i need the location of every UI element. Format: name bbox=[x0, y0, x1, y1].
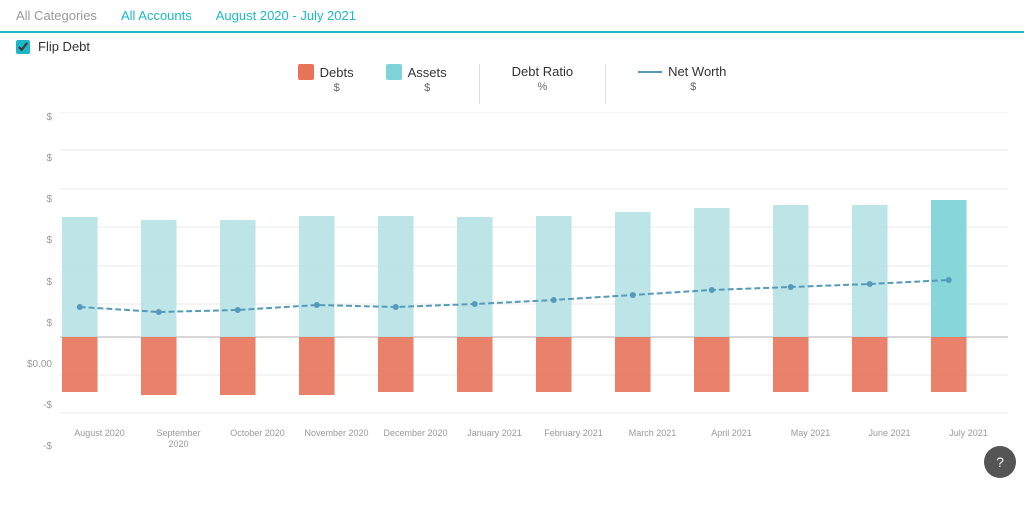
net-worth-label: Net Worth bbox=[668, 64, 726, 79]
debts-color bbox=[298, 64, 314, 80]
x-label-jun: June 2021 bbox=[850, 424, 929, 452]
legend-debts: Debts $ bbox=[298, 64, 354, 94]
debts-unit: $ bbox=[334, 82, 340, 94]
x-label-apr: April 2021 bbox=[692, 424, 771, 452]
legend-net-worth: Net Worth $ bbox=[638, 64, 726, 93]
x-axis: August 2020 September2020 October 2020 N… bbox=[60, 424, 1008, 452]
net-worth-line bbox=[638, 71, 662, 73]
flip-debt-row: Flip Debt bbox=[0, 33, 1024, 60]
flip-debt-checkbox[interactable] bbox=[16, 40, 30, 54]
assets-unit: $ bbox=[424, 82, 430, 94]
assets-label: Assets bbox=[408, 65, 447, 80]
y-axis: $ $ $ $ $ $ $0.00 -$ -$ bbox=[16, 112, 56, 452]
chart-container: Debts $ Assets $ Debt Ratio % Net Worth bbox=[0, 60, 1024, 490]
help-button[interactable]: ? bbox=[984, 446, 1016, 478]
y-label-6: $ bbox=[46, 318, 52, 329]
date-range-filter[interactable]: August 2020 - July 2021 bbox=[216, 8, 356, 23]
debts-label: Debts bbox=[320, 65, 354, 80]
x-label-nov: November 2020 bbox=[297, 424, 376, 452]
all-categories-filter[interactable]: All Categories bbox=[16, 8, 97, 23]
top-bar: All Categories All Accounts August 2020 … bbox=[0, 0, 1024, 33]
y-label-4: $ bbox=[46, 235, 52, 246]
legend-debt-ratio: Debt Ratio % bbox=[512, 64, 573, 93]
chart-svg bbox=[60, 112, 1008, 422]
debt-ratio-unit: % bbox=[537, 81, 547, 93]
x-label-aug: August 2020 bbox=[60, 424, 139, 452]
assets-color bbox=[386, 64, 402, 80]
x-label-may: May 2021 bbox=[771, 424, 850, 452]
x-label-feb: February 2021 bbox=[534, 424, 613, 452]
y-label-2: $ bbox=[46, 153, 52, 164]
y-label-1: $ bbox=[46, 112, 52, 123]
x-label-oct: October 2020 bbox=[218, 424, 297, 452]
x-label-sep: September2020 bbox=[139, 424, 218, 452]
x-label-dec: December 2020 bbox=[376, 424, 455, 452]
chart-legend: Debts $ Assets $ Debt Ratio % Net Worth bbox=[16, 60, 1008, 108]
y-label-5: $ bbox=[46, 277, 52, 288]
legend-assets: Assets $ bbox=[386, 64, 447, 94]
legend-separator-2 bbox=[605, 64, 606, 104]
y-label-neg2: -$ bbox=[43, 441, 52, 452]
y-label-zero: $0.00 bbox=[27, 359, 52, 370]
y-label-3: $ bbox=[46, 194, 52, 205]
x-label-mar: March 2021 bbox=[613, 424, 692, 452]
y-label-neg1: -$ bbox=[43, 400, 52, 411]
net-worth-unit: $ bbox=[690, 81, 696, 93]
all-accounts-filter[interactable]: All Accounts bbox=[121, 8, 192, 23]
chart-area: $ $ $ $ $ $ $0.00 -$ -$ bbox=[16, 112, 1008, 452]
debt-ratio-label: Debt Ratio bbox=[512, 64, 573, 79]
x-label-jan: January 2021 bbox=[455, 424, 534, 452]
flip-debt-label: Flip Debt bbox=[38, 39, 90, 54]
legend-separator bbox=[479, 64, 480, 104]
